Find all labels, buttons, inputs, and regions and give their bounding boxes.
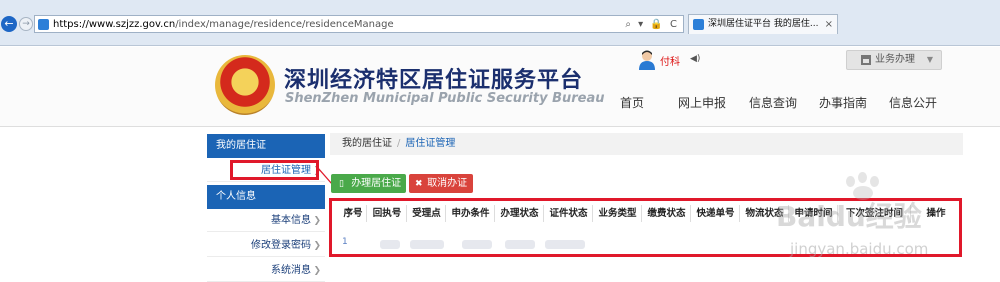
tab-favicon-icon — [693, 19, 704, 30]
document-icon: ▯ — [339, 179, 344, 189]
nav-online-apply[interactable]: 网上申报 — [678, 94, 726, 111]
briefcase-icon — [861, 55, 871, 65]
chevron-right-icon: ❯ — [313, 241, 321, 251]
nav-info-query[interactable]: 信息查询 — [749, 94, 797, 111]
speaker-icon[interactable]: ◀) — [690, 54, 700, 64]
chevron-right-icon: ❯ — [313, 266, 321, 276]
breadcrumb: 我的居住证 / 居住证管理 — [330, 133, 963, 155]
sidebar-item-basic-info[interactable]: 基本信息 ❯ — [207, 210, 325, 232]
sidebar-item-label: 修改登录密码 — [251, 240, 311, 251]
breadcrumb-item-my-residence[interactable]: 我的居住证 — [342, 138, 392, 149]
close-icon: ✖ — [415, 179, 423, 189]
browser-tab[interactable]: 深圳居住证平台 我的居住... × — [688, 14, 838, 34]
cancel-application-button[interactable]: ✖ 取消办证 — [409, 174, 473, 193]
business-menu-label: 业务办理 — [875, 54, 915, 65]
address-bar-url[interactable]: https://www.szjzz.gov.cn/index/manage/re… — [53, 17, 394, 32]
chevron-right-icon: ❯ — [313, 216, 321, 226]
sidebar-item-change-password[interactable]: 修改登录密码 ❯ — [207, 235, 325, 257]
user-name-link[interactable]: 付科 — [660, 53, 680, 68]
nav-info-public[interactable]: 信息公开 — [889, 94, 937, 111]
sidebar-item-label: 基本信息 — [271, 215, 311, 226]
back-arrow-icon[interactable]: ← — [1, 16, 17, 32]
address-bar[interactable]: https://www.szjzz.gov.cn/index/manage/re… — [34, 15, 684, 33]
tab-title: 深圳居住证平台 我的居住... — [708, 19, 819, 29]
watermark-paw-icon — [846, 176, 855, 187]
sidebar-item-system-messages[interactable]: 系统消息 ❯ — [207, 260, 325, 282]
national-emblem-logo — [215, 55, 275, 115]
nav-guide[interactable]: 办事指南 — [819, 94, 867, 111]
annotation-highlight-sidebar — [230, 160, 319, 180]
site-title: 深圳经济特区居住证服务平台 — [284, 68, 584, 93]
apply-residence-button[interactable]: ▯ 办理居住证 — [331, 174, 406, 193]
user-avatar-icon — [639, 50, 655, 70]
business-menu-button[interactable]: 业务办理 ▼ — [846, 50, 942, 70]
sidebar-section-personal-info[interactable]: 个人信息 — [207, 185, 325, 209]
breadcrumb-item-current: 居住证管理 — [405, 138, 456, 149]
browser-chrome: ← → https://www.szjzz.gov.cn/index/manag… — [0, 0, 1000, 46]
tab-close-icon[interactable]: × — [825, 17, 833, 32]
watermark-url: jingyan.baidu.com — [790, 240, 929, 258]
sidebar-section-my-residence[interactable]: 我的居住证 — [207, 134, 325, 158]
nav-home[interactable]: 首页 — [620, 94, 644, 111]
watermark-text: Baidu经验 — [776, 200, 922, 233]
address-bar-controls[interactable]: ⌕ ▾ 🔒 C — [625, 17, 679, 32]
sidebar-item-label: 系统消息 — [271, 265, 311, 276]
chevron-down-icon: ▼ — [926, 55, 933, 64]
site-favicon-icon — [38, 19, 49, 30]
site-subtitle: ShenZhen Municipal Public Security Burea… — [285, 91, 605, 106]
forward-arrow-icon[interactable]: → — [19, 17, 33, 31]
